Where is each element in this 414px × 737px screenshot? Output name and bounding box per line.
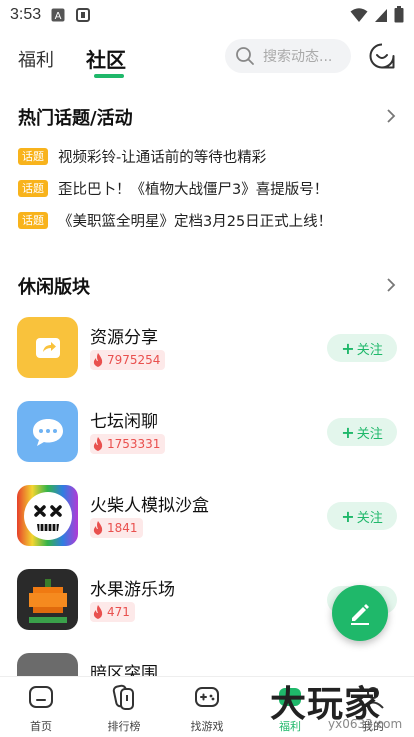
hot-topics-title: 热门话题/活动	[18, 108, 133, 129]
topic-item[interactable]: 话题 视频彩铃-让通话前的等待也精彩	[18, 145, 266, 167]
nav-profile[interactable]: 我的	[343, 683, 403, 734]
topic-tag: 话题	[18, 147, 48, 165]
board-avatar-share-icon	[17, 317, 78, 378]
board-heat: 471	[90, 602, 135, 622]
svg-text:A: A	[55, 11, 62, 22]
board-heat-count: 7975254	[107, 353, 161, 367]
flame-icon	[93, 353, 103, 367]
welfare-icon	[279, 688, 301, 706]
board-name: 火柴人模拟沙盒	[90, 496, 209, 516]
board-heat: 7975254	[90, 350, 166, 370]
flame-icon	[93, 605, 103, 619]
board-avatar-chat-icon	[17, 401, 78, 462]
board-item[interactable]: 火柴人模拟沙盒 1841 + 关注	[0, 485, 414, 569]
follow-button[interactable]: +关注	[327, 502, 397, 530]
hot-topics-more-icon[interactable]	[384, 109, 398, 123]
message-icon[interactable]	[368, 42, 396, 70]
status-time: 3:53	[10, 6, 42, 23]
nav-home[interactable]: 首页	[11, 683, 71, 734]
tab-welfare[interactable]: 福利	[18, 46, 54, 72]
search-placeholder: 搜索动态...	[263, 49, 333, 65]
keyboard-a-icon: A	[51, 8, 65, 22]
compose-post-button[interactable]	[332, 585, 388, 641]
flame-icon	[93, 521, 103, 535]
board-item[interactable]: 七坛闲聊 1753331 + 关注	[0, 401, 414, 485]
nav-welfare[interactable]: 福利	[260, 683, 320, 734]
board-heat-count: 471	[107, 605, 130, 619]
board-name: 七坛闲聊	[90, 412, 158, 432]
board-heat-count: 1753331	[107, 437, 161, 451]
board-item[interactable]: 资源分享 7975254 + 关注	[0, 317, 414, 401]
gamepad-icon	[195, 687, 219, 707]
topic-tag: 话题	[18, 179, 48, 197]
app-notification-icon	[75, 7, 91, 23]
board-name: 水果游乐场	[90, 580, 175, 600]
board-avatar-stickman-icon	[17, 485, 78, 546]
board-name: 资源分享	[90, 328, 158, 348]
profile-icon	[362, 687, 384, 709]
follow-button[interactable]: +关注	[327, 418, 397, 446]
nav-ranking[interactable]: 排行榜	[94, 683, 154, 734]
leisure-section-title: 休闲版块	[18, 277, 90, 298]
board-heat: 1753331	[90, 434, 166, 454]
wifi-icon	[350, 7, 368, 22]
topic-tag: 话题	[18, 211, 48, 229]
topic-item[interactable]: 话题 《美职篮全明星》定档3月25日正式上线！	[18, 209, 332, 231]
battery-icon	[394, 6, 404, 23]
board-heat: 1841	[90, 518, 143, 538]
active-tab-indicator	[94, 74, 124, 78]
search-input[interactable]: 搜索动态...	[225, 39, 351, 73]
signal-icon	[375, 8, 387, 22]
leisure-more-icon[interactable]	[384, 278, 398, 292]
top-tab-bar: 福利 社区 搜索动态...	[0, 36, 414, 80]
follow-button[interactable]: +关注	[327, 334, 397, 362]
pencil-icon	[351, 604, 369, 625]
topic-item[interactable]: 话题 歪比巴卜！《植物大战僵尸3》喜提版号！	[18, 177, 328, 199]
topic-text: 歪比巴卜！《植物大战僵尸3》喜提版号！	[58, 181, 329, 198]
tab-community[interactable]: 社区	[86, 44, 126, 73]
topic-text: 《美职篮全明星》定档3月25日正式上线！	[58, 213, 333, 230]
nav-find-games[interactable]: 找游戏	[177, 683, 237, 734]
flame-icon	[93, 437, 103, 451]
topic-text: 视频彩铃-让通话前的等待也精彩	[58, 149, 267, 166]
board-avatar-orange-icon	[17, 569, 78, 630]
home-icon	[29, 686, 53, 708]
status-bar: 3:53 A	[0, 0, 414, 30]
board-heat-count: 1841	[107, 521, 138, 535]
ranking-icon	[112, 684, 134, 710]
search-icon	[236, 47, 254, 65]
status-icons	[350, 6, 404, 23]
bottom-nav: 首页 排行榜 找游戏 福利 我的	[0, 676, 414, 737]
